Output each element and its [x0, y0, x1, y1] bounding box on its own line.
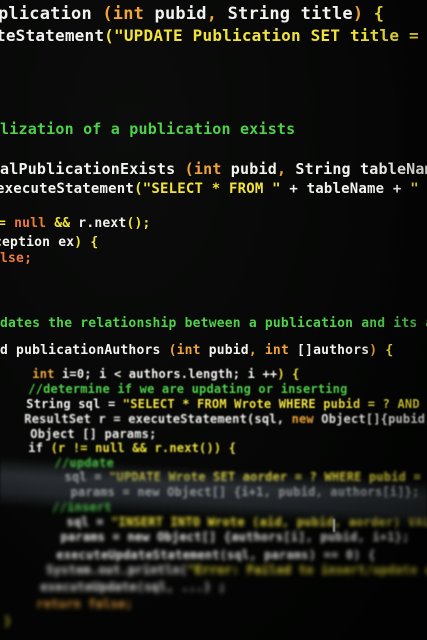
code-token: ResultSet r = executeStatement(sql,: [2, 412, 292, 426]
code-token: ): [369, 343, 386, 358]
code-line[interactable]: Object [] params;: [8, 427, 157, 441]
code-token: return false;: [14, 597, 133, 611]
code-token: //determine if we are updating or insert…: [6, 382, 348, 396]
code-token: int: [10, 367, 62, 381]
code-token: }: [4, 614, 12, 628]
code-line[interactable]: teStatement("UPDATE Publication SET titl…: [0, 26, 427, 45]
code-line[interactable]: = null && r.next();: [0, 216, 151, 231]
code-token: ("UPDATE Publication SET title = ?: [104, 26, 427, 45]
code-token: Object [] params;: [8, 427, 157, 441]
code-token: ,: [276, 160, 296, 178]
code-line[interactable]: int i=0; i < authors.length; i ++) {: [10, 367, 300, 381]
code-token: String tableName: [295, 160, 427, 178]
code-token: "Error: Failed to insert/update author": [187, 563, 427, 577]
code-token: (int: [184, 160, 231, 178]
code-token: lization of a publication exists: [0, 120, 296, 138]
code-token: pubid: [154, 4, 207, 24]
code-token: Object[]{pubid, autho: [321, 412, 427, 426]
code-token: pubid: [230, 160, 277, 178]
code-line[interactable]: alPublicationExists (int pubid, String t…: [0, 160, 427, 178]
code-token: String sql =: [4, 397, 123, 411]
code-line[interactable]: executeStatement("SELECT * FROM " + tabl…: [0, 181, 427, 197]
code-line[interactable]: params = new Object[] {authors[i], pubid…: [16, 530, 410, 544]
code-token: String title: [227, 4, 353, 24]
code-line[interactable]: if (r != null && r.next()) {: [6, 441, 236, 455]
code-line[interactable]: ception ex) {: [0, 235, 98, 250]
code-token: plication: [0, 4, 103, 24]
code-line[interactable]: System.out.println("Error: Failed to ins…: [24, 563, 427, 577]
code-line[interactable]: //determine if we are updating or insert…: [6, 382, 348, 396]
code-token: ception ex: [0, 235, 75, 250]
code-token: executeUpdate(sql, ...) ;: [18, 580, 226, 594]
code-token: (int: [168, 343, 209, 358]
code-token: null: [14, 216, 55, 231]
code-token: "SELECT * FROM Wrote WHERE pubid = ? AND…: [122, 397, 420, 411]
code-token: params = new Object[] {authors[i], pubid…: [16, 530, 410, 544]
code-token: teStatement: [0, 26, 105, 45]
code-token: sql =: [22, 515, 112, 529]
code-token: if: [6, 441, 51, 455]
text-cursor-icon: [333, 519, 335, 532]
code-token: executeUpdateStatement(sql, params) == 0…: [34, 548, 376, 562]
code-line[interactable]: dates the relationship between a publica…: [0, 316, 427, 331]
code-line[interactable]: ResultSet r = executeStatement(sql, new …: [2, 412, 427, 426]
code-token: d publicationAuthors: [0, 343, 169, 358]
code-token: ) {: [277, 367, 300, 381]
code-token: ) {: [74, 235, 99, 250]
code-token: (int: [102, 4, 155, 24]
code-token: i=0; i < authors.length; i ++: [61, 367, 278, 381]
code-line[interactable]: return false;: [14, 597, 133, 611]
code-token: =: [0, 216, 7, 231]
code-line[interactable]: String sql = "SELECT * FROM Wrote WHERE …: [4, 397, 427, 411]
code-line[interactable]: d publicationAuthors (int pubid, int []a…: [0, 343, 393, 358]
code-token: , int: [248, 343, 298, 358]
code-token: executeStatement: [0, 181, 135, 197]
code-token: (r != null && r.next()) {: [50, 441, 237, 455]
code-token: ): [352, 4, 374, 24]
code-line[interactable]: lse;: [0, 251, 32, 266]
code-token: ("SELECT * FROM ": [134, 181, 290, 197]
code-token: " WH: [410, 181, 419, 197]
code-line[interactable]: executeUpdate(sql, ...) ;: [18, 580, 226, 594]
code-token: ,: [206, 4, 228, 24]
code-token: System.out.println(: [24, 563, 188, 577]
code-token: &&: [54, 216, 79, 231]
code-token: lse;: [0, 251, 33, 266]
code-line[interactable]: plication (int pubid, String title) {: [0, 4, 384, 24]
code-line[interactable]: lization of a publication exists: [0, 120, 295, 138]
code-token: r.next: [78, 216, 127, 231]
code-token: new: [291, 412, 322, 426]
code-line[interactable]: executeUpdateStatement(sql, params) == 0…: [34, 548, 376, 562]
code-token: []authors: [297, 343, 370, 358]
code-token: + tableName +: [289, 181, 411, 197]
code-token: alPublicationExists: [0, 160, 185, 178]
code-token: dates the relationship between a publica…: [0, 316, 427, 331]
code-token: {: [373, 4, 385, 24]
code-line[interactable]: }: [4, 614, 11, 628]
code-token: pubid: [208, 343, 249, 358]
code-editor-screen: plication (int pubid, String title) {teS…: [0, 0, 427, 640]
code-token: {: [385, 343, 394, 358]
code-token: ();: [126, 216, 151, 231]
